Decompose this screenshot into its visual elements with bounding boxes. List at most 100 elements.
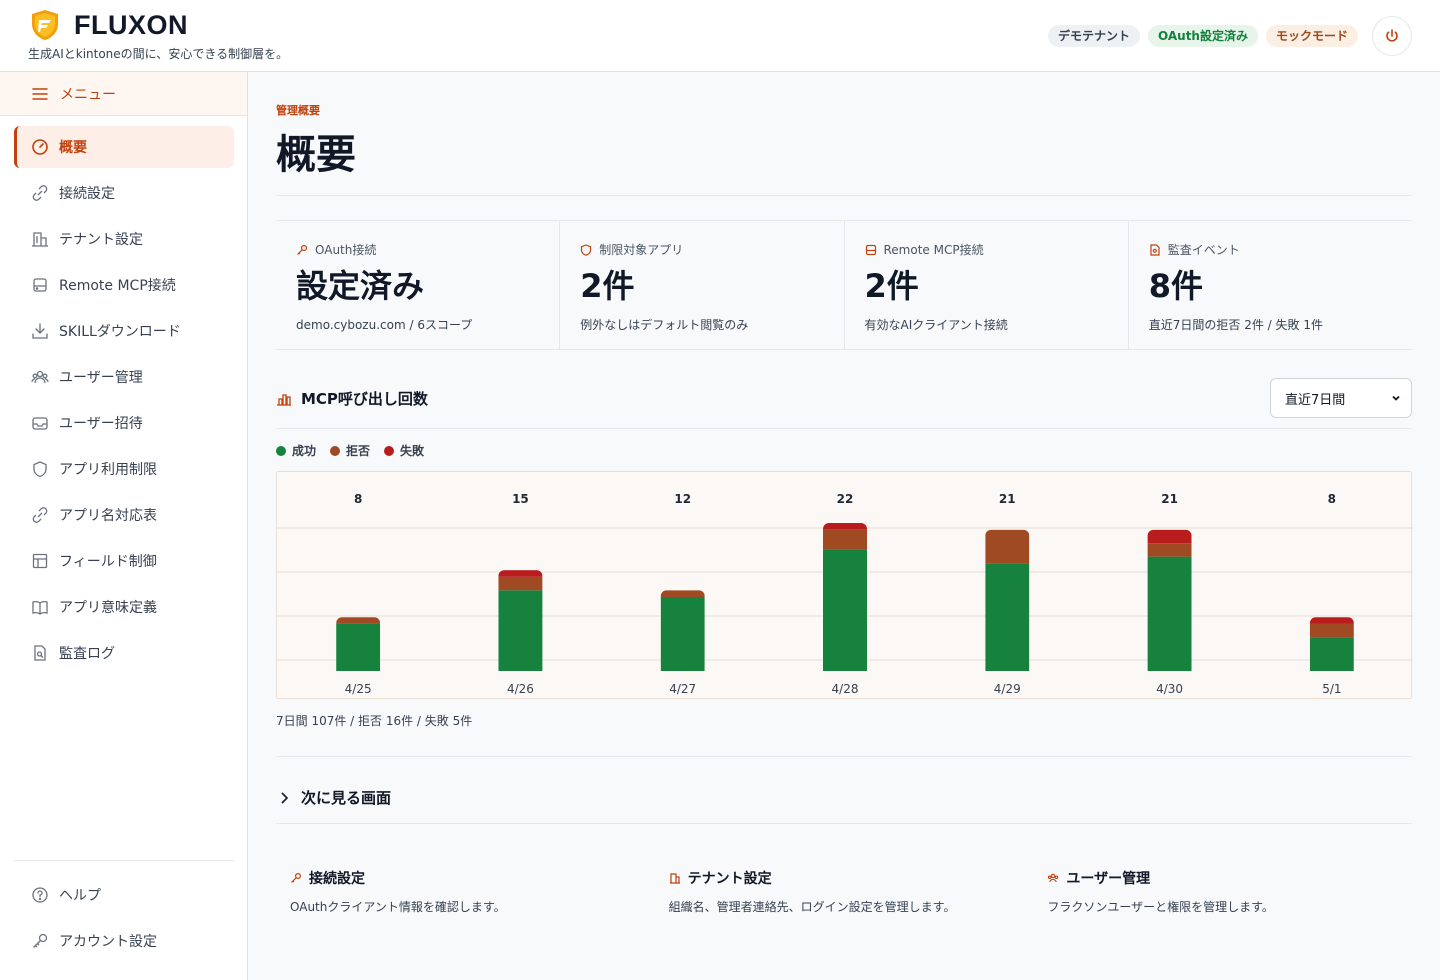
chart-legend: 成功 拒否 失敗 <box>276 442 424 459</box>
key-icon <box>297 244 308 255</box>
bar-stack-4/27[interactable] <box>660 590 705 671</box>
sidebar-item-label: テナント設定 <box>59 232 143 248</box>
card-title: 接続設定 <box>309 871 365 887</box>
logout-button[interactable] <box>1372 16 1412 56</box>
stat-label: OAuth接続 <box>315 243 377 257</box>
bar-segment-rejected[interactable] <box>1147 543 1192 557</box>
bar-total-label: 8 <box>354 492 362 506</box>
next-section-divider <box>276 823 1412 824</box>
sidebar-item-skill-download[interactable]: SKILLダウンロード <box>14 310 234 352</box>
brand-logo[interactable]: FLUXON <box>28 8 188 42</box>
sidebar-item-remote-mcp[interactable]: Remote MCP接続 <box>14 264 234 306</box>
sidebar-item-user-invite[interactable]: ユーザー招待 <box>14 402 234 444</box>
sidebar-item-label: ヘルプ <box>59 888 101 904</box>
chart-header-divider <box>276 428 1412 429</box>
period-select[interactable]: 直近7日間 <box>1270 378 1412 418</box>
link-icon <box>32 185 48 201</box>
bar-segment-success[interactable] <box>336 623 381 671</box>
section-divider <box>276 756 1412 757</box>
chart-section-header: MCP呼び出し回数 <box>276 388 428 409</box>
sidebar-item-app-semantics[interactable]: アプリ意味定義 <box>14 586 234 628</box>
inbox-icon <box>32 417 48 430</box>
users-icon <box>31 370 49 384</box>
stat-restricted-apps: 制限対象アプリ 2件 例外なしはデフォルト閲覧のみ <box>560 221 845 349</box>
bar-segment-rejected[interactable] <box>498 576 543 591</box>
sidebar-item-label: SKILLダウンロード <box>59 324 181 340</box>
shield-logo-icon <box>32 10 58 40</box>
stat-oauth: OAuth接続 設定済み demo.cybozu.com / 6スコープ <box>276 221 561 349</box>
chevron-down-icon <box>1392 395 1400 401</box>
bar-segment-rejected[interactable] <box>336 617 381 624</box>
bar-segment-failed[interactable] <box>823 523 867 530</box>
bar-segment-success[interactable] <box>660 597 705 671</box>
sidebar-item-tenant[interactable]: テナント設定 <box>14 218 234 260</box>
chart-section-title: MCP呼び出し回数 <box>301 390 428 408</box>
card-desc: 組織名、管理者連絡先、ログイン設定を管理します。 <box>668 900 956 914</box>
bar-segment-failed[interactable] <box>498 570 543 577</box>
stats-panel: OAuth接続 設定済み demo.cybozu.com / 6スコープ 制限対… <box>276 220 1412 350</box>
help-icon <box>32 887 48 903</box>
shield-icon <box>33 461 47 478</box>
building-icon <box>669 873 680 884</box>
bar-segment-success[interactable] <box>823 549 867 671</box>
bar-segment-rejected[interactable] <box>1309 623 1354 638</box>
bar-segment-success[interactable] <box>498 590 543 671</box>
download-icon <box>32 323 48 339</box>
bar-segment-success[interactable] <box>1309 637 1354 671</box>
next-section-title: 次に見る画面 <box>301 789 392 807</box>
dashboard-icon <box>32 139 48 155</box>
oauth-status-badge: OAuth設定済み <box>1147 25 1258 47</box>
bar-segment-failed[interactable] <box>1309 617 1354 624</box>
brand-name: FLUXON <box>74 9 188 40</box>
bar-stack-4/25[interactable] <box>336 617 381 671</box>
sidebar-item-user-management[interactable]: ユーザー管理 <box>14 356 234 398</box>
sidebar-item-account-settings[interactable]: アカウント設定 <box>14 920 234 962</box>
bar-stack-5/1[interactable] <box>1309 617 1354 671</box>
legend-success: 成功 <box>276 442 316 459</box>
menu-label: メニュー <box>60 86 116 103</box>
sidebar-item-app-restriction[interactable]: アプリ利用制限 <box>14 448 234 490</box>
legend-failed: 失敗 <box>384 442 424 459</box>
bar-segment-rejected[interactable] <box>660 590 705 597</box>
card-user-management[interactable]: ユーザー管理 フラクソンユーザーと権限を管理します。 <box>1033 868 1412 915</box>
bar-segment-rejected[interactable] <box>985 529 1030 564</box>
x-tick-label: 5/1 <box>1322 682 1341 696</box>
card-desc: フラクソンユーザーと権限を管理します。 <box>1047 900 1274 914</box>
audit-icon <box>34 645 46 661</box>
card-desc: OAuthクライアント情報を確認します。 <box>290 900 506 914</box>
sidebar-item-field-control[interactable]: フィールド制御 <box>14 540 234 582</box>
sidebar-item-app-name-map[interactable]: アプリ名対応表 <box>14 494 234 536</box>
bar-stack-4/30[interactable] <box>1147 529 1192 671</box>
bar-segment-rejected[interactable] <box>823 529 867 550</box>
breadcrumb: 管理概要 <box>276 104 320 117</box>
sidebar-item-overview[interactable]: 概要 <box>14 126 234 168</box>
sidebar-item-label: 概要 <box>59 140 87 156</box>
sidebar-item-label: アカウント設定 <box>59 934 157 950</box>
bar-stack-4/29[interactable] <box>985 529 1030 671</box>
x-tick-label: 4/29 <box>994 682 1021 696</box>
bar-stack-4/28[interactable] <box>823 523 867 671</box>
sidebar-item-help[interactable]: ヘルプ <box>14 874 234 916</box>
menu-toggle[interactable]: メニュー <box>0 72 247 116</box>
bar-total-label: 15 <box>512 492 529 506</box>
key-icon <box>33 933 48 948</box>
link-icon <box>32 507 48 523</box>
bar-segment-failed[interactable] <box>1147 529 1192 544</box>
bar-segment-success[interactable] <box>985 563 1030 671</box>
stat-sub: demo.cybozu.com / 6スコープ <box>296 318 473 332</box>
sidebar-item-label: アプリ名対応表 <box>59 508 157 524</box>
sidebar-item-label: Remote MCP接続 <box>59 278 176 294</box>
sidebar-item-label: アプリ意味定義 <box>59 600 157 616</box>
sidebar-item-connection[interactable]: 接続設定 <box>14 172 234 214</box>
sidebar-nav: 概要 接続設定 テナント設定 Remote MCP接続 SKILLダウンロード … <box>14 126 234 678</box>
next-section-header[interactable]: 次に見る画面 <box>276 787 391 808</box>
bar-stack-4/26[interactable] <box>498 570 543 671</box>
chart-summary: 7日間 107件 / 拒否 16件 / 失敗 5件 <box>276 714 473 728</box>
sidebar-item-audit-log[interactable]: 監査ログ <box>14 632 234 674</box>
card-connection[interactable]: 接続設定 OAuthクライアント情報を確認します。 <box>276 868 655 915</box>
card-tenant[interactable]: テナント設定 組織名、管理者連絡先、ログイン設定を管理します。 <box>655 868 1034 915</box>
sidebar-item-label: フィールド制御 <box>59 554 157 570</box>
bar-total-label: 21 <box>999 492 1016 506</box>
server-icon <box>865 244 876 255</box>
bar-segment-success[interactable] <box>1147 556 1192 671</box>
